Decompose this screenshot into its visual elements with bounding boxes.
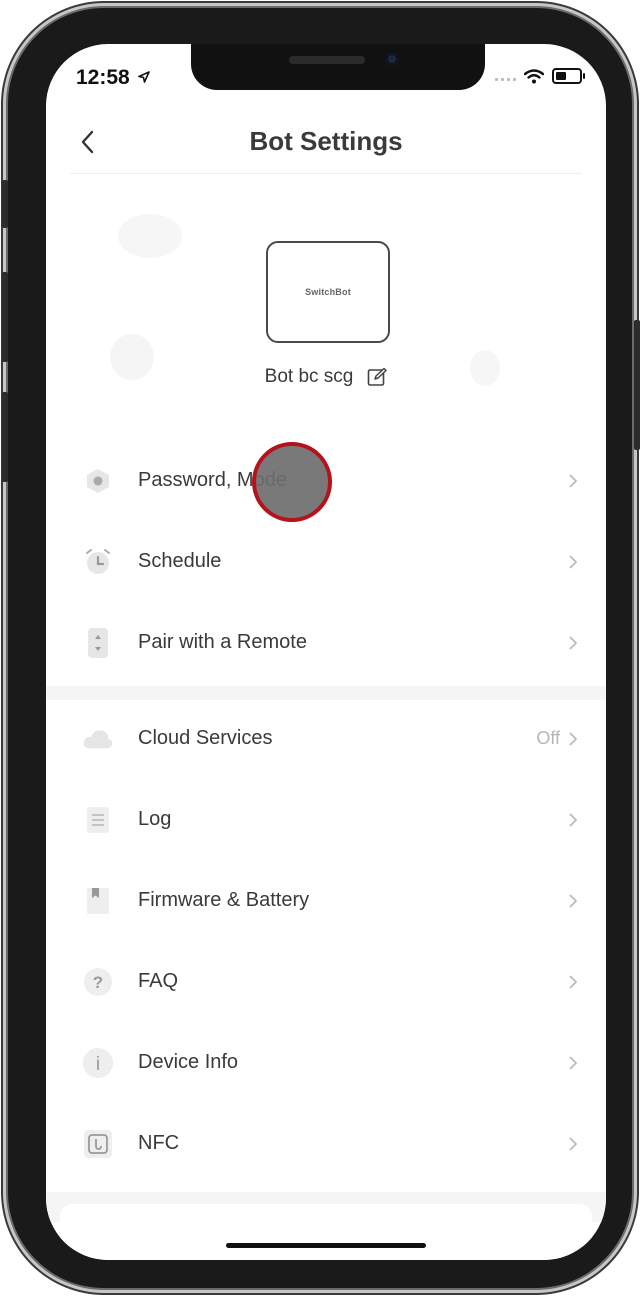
row-label: Password, Mode: [138, 469, 287, 491]
bookmark-icon: [82, 885, 114, 917]
chevron-right-icon: [569, 1056, 578, 1070]
edit-icon[interactable]: [367, 367, 388, 387]
remote-icon: [82, 627, 114, 659]
alarm-clock-icon: [82, 546, 114, 578]
notch: [191, 44, 485, 90]
info-icon: i: [82, 1047, 114, 1079]
general-settings-list: Cloud Services Off Log Firmware & Batter: [46, 699, 606, 1189]
next-section-card: [60, 1204, 592, 1260]
row-label: Firmware & Battery: [138, 889, 310, 911]
row-nfc[interactable]: NFC: [46, 1104, 606, 1185]
chevron-right-icon: [569, 636, 578, 650]
device-name-row: Bot bc scg: [46, 366, 606, 388]
cellular-signal-icon: [495, 71, 516, 81]
chevron-right-icon: [569, 474, 578, 488]
nfc-icon: [82, 1128, 114, 1160]
row-label: FAQ: [138, 970, 179, 992]
device-logo-text: SwitchBot: [305, 287, 351, 297]
wifi-icon: [524, 68, 544, 83]
nav-header: Bot Settings: [46, 112, 606, 172]
background-decoration: [118, 214, 182, 258]
row-schedule[interactable]: Schedule: [46, 522, 606, 603]
row-firmware-battery[interactable]: Firmware & Battery: [46, 861, 606, 942]
chevron-right-icon: [569, 975, 578, 989]
chevron-right-icon: [569, 813, 578, 827]
battery-icon: [552, 68, 585, 84]
chevron-right-icon: [569, 894, 578, 908]
log-list-icon: [82, 804, 114, 836]
svg-text:i: i: [96, 1054, 100, 1075]
row-cloud-services[interactable]: Cloud Services Off: [46, 699, 606, 780]
row-label: Device Info: [138, 1051, 239, 1073]
row-pair-remote[interactable]: Pair with a Remote: [46, 603, 606, 684]
volume-up-button: [2, 272, 8, 362]
cloud-icon: [82, 723, 114, 755]
row-faq[interactable]: ? FAQ: [46, 942, 606, 1023]
chevron-right-icon: [569, 1137, 578, 1151]
status-indicators: [495, 68, 585, 84]
row-label: Pair with a Remote: [138, 631, 307, 653]
mute-switch: [2, 180, 8, 228]
volume-down-button: [2, 392, 8, 482]
power-button: [634, 320, 640, 450]
device-settings-list: Password, Mode Schedule Pair with a Remo…: [46, 441, 606, 684]
section-divider: [46, 686, 606, 700]
row-device-info[interactable]: i Device Info: [46, 1023, 606, 1104]
hexagon-icon: [82, 465, 114, 497]
header-divider: [70, 173, 582, 174]
device-name: Bot bc scg: [264, 366, 354, 387]
cloud-services-status: Off: [536, 728, 560, 748]
question-icon: ?: [82, 966, 114, 998]
app-screen: 12:58 Bot Settings SwitchBot Bot bc scg …: [46, 44, 606, 1260]
row-label: Cloud Services: [138, 727, 273, 749]
row-label: Log: [138, 808, 172, 830]
home-indicator[interactable]: [226, 1243, 426, 1248]
svg-text:?: ?: [93, 973, 103, 992]
location-arrow-icon: [137, 71, 150, 83]
chevron-right-icon: [569, 555, 578, 569]
row-log[interactable]: Log: [46, 780, 606, 861]
chevron-right-icon: [569, 732, 578, 746]
row-label: Schedule: [138, 550, 222, 572]
row-password-mode[interactable]: Password, Mode: [46, 441, 606, 522]
front-camera: [385, 52, 399, 66]
row-label: NFC: [138, 1132, 180, 1154]
status-time: 12:58: [76, 66, 150, 90]
device-image: SwitchBot: [266, 241, 390, 343]
speaker-grille: [289, 56, 365, 64]
page-title: Bot Settings: [249, 126, 403, 156]
